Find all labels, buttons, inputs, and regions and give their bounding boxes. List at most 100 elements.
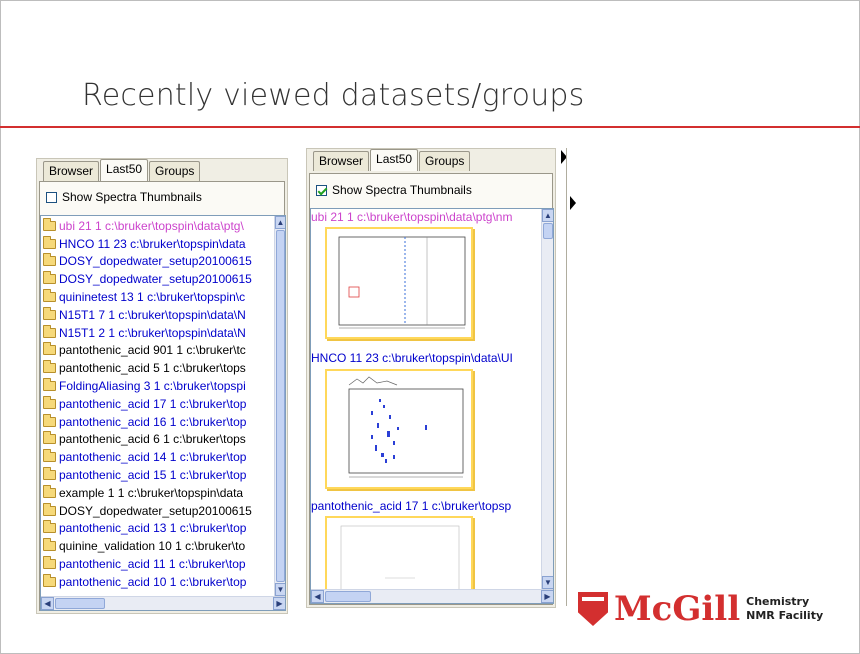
- dataset-item[interactable]: pantothenic_acid 6 1 c:\bruker\tops: [41, 431, 274, 449]
- spectrum-thumbnail[interactable]: [325, 369, 473, 489]
- horizontal-scrollbar[interactable]: ◀ ▶: [311, 589, 553, 603]
- scroll-right-button[interactable]: ▶: [273, 597, 285, 610]
- dataset-item[interactable]: pantothenic_acid 14 1 c:\bruker\top: [41, 448, 274, 466]
- dataset-item[interactable]: quinine_validation 10 1 c:\bruker\to: [41, 537, 274, 555]
- dataset-item-label: example 1 1 c:\bruker\topspin\data: [59, 485, 244, 500]
- scroll-left-button[interactable]: ◀: [41, 597, 54, 610]
- dataset-item[interactable]: pantothenic_acid 16 1 c:\bruker\top: [41, 413, 274, 431]
- dataset-item[interactable]: pantothenic_acid 13 1 c:\bruker\top: [41, 520, 274, 538]
- folder-icon: [43, 289, 56, 303]
- tab-last50[interactable]: Last50: [100, 159, 149, 181]
- folder-icon: [43, 306, 56, 320]
- tab-groups[interactable]: Groups: [149, 161, 201, 181]
- right-browser-panel: Browser Last50 Groups Show Spectra Thumb…: [306, 148, 556, 608]
- dataset-item[interactable]: pantothenic_acid 11 1 c:\bruker\top: [41, 555, 274, 573]
- plot-frame: [348, 388, 464, 474]
- vertical-scrollbar[interactable]: ▲ ▼: [541, 209, 553, 589]
- scroll-up-button[interactable]: ▲: [542, 209, 553, 222]
- dataset-item-label: pantothenic_acid 11 1 c:\bruker\top: [59, 557, 246, 572]
- folder-icon: [43, 235, 56, 249]
- scroll-down-button[interactable]: ▼: [542, 576, 553, 589]
- dataset-item-label: pantothenic_acid 17 1 c:\bruker\top: [59, 396, 247, 411]
- dataset-item[interactable]: pantothenic_acid 10 1 c:\bruker\top: [41, 573, 274, 591]
- projection-trace: [348, 376, 398, 386]
- scroll-down-button[interactable]: ▼: [275, 583, 285, 596]
- folder-icon: [43, 467, 56, 481]
- vertical-scrollbar[interactable]: ▲ ▼: [274, 216, 285, 596]
- tab-browser[interactable]: Browser: [313, 151, 370, 171]
- peak-cluster: [371, 399, 427, 463]
- horizontal-scroll-thumb[interactable]: [55, 598, 105, 609]
- folder-icon: [43, 395, 56, 409]
- dataset-item-label: pantothenic_acid 10 1 c:\bruker\top: [59, 574, 247, 589]
- tab-groups[interactable]: Groups: [419, 151, 471, 171]
- folder-icon: [43, 449, 56, 463]
- folder-icon: [43, 573, 56, 587]
- scroll-left-button[interactable]: ◀: [311, 590, 324, 603]
- folder-icon: [43, 217, 56, 231]
- dataset-item[interactable]: ubi 21 1 c:\bruker\topspin\data\ptg\: [41, 217, 274, 235]
- dataset-item-label: pantothenic_acid 901 1 c:\bruker\tc: [59, 343, 246, 358]
- folder-icon: [43, 271, 56, 285]
- logo-wordmark: McGill: [614, 589, 741, 629]
- horizontal-scroll-thumb[interactable]: [325, 591, 371, 602]
- show-thumbnails-checkbox[interactable]: [46, 191, 57, 203]
- dataset-item[interactable]: FoldingAliasing 3 1 c:\bruker\topspi: [41, 377, 274, 395]
- thumbnail-list[interactable]: ubi 21 1 c:\bruker\topspin\data\ptg\nm H…: [310, 208, 554, 604]
- folder-icon: [43, 342, 56, 356]
- folder-icon: [43, 324, 56, 338]
- dataset-item-label: ubi 21 1 c:\bruker\topspin\data\ptg\: [59, 218, 244, 233]
- scroll-right-button[interactable]: ▶: [541, 590, 553, 603]
- show-thumbnails-checkbox[interactable]: [316, 184, 327, 196]
- folder-icon: [43, 360, 56, 374]
- logo-subtitle: Chemistry NMR Facility: [746, 595, 823, 623]
- dataset-item-label: pantothenic_acid 14 1 c:\bruker\top: [59, 450, 247, 465]
- tab-last50[interactable]: Last50: [370, 149, 419, 171]
- dataset-item[interactable]: example 1 1 c:\bruker\topspin\data: [41, 484, 274, 502]
- dataset-rows: ubi 21 1 c:\bruker\topspin\data\ptg\ HNCO…: [41, 217, 274, 591]
- tab-browser[interactable]: Browser: [43, 161, 100, 181]
- show-thumbnails-toggle[interactable]: Show Spectra Thumbnails: [46, 190, 202, 204]
- spectrum-plot-ubi: [338, 236, 466, 329]
- thumbnail-title[interactable]: HNCO 11 23 c:\bruker\topspin\data\UI: [311, 351, 541, 365]
- dataset-item[interactable]: pantothenic_acid 5 1 c:\bruker\tops: [41, 359, 274, 377]
- dataset-item-label: quininetest 13 1 c:\bruker\topspin\c: [59, 290, 246, 305]
- dataset-item[interactable]: quininetest 13 1 c:\bruker\topspin\c: [41, 288, 274, 306]
- folder-icon: [43, 253, 56, 267]
- dataset-item[interactable]: DOSY_dopedwater_setup20100615: [41, 270, 274, 288]
- scroll-up-button[interactable]: ▲: [275, 216, 285, 229]
- scroll-thumb[interactable]: [276, 230, 285, 582]
- dataset-item-label: HNCO 11 23 c:\bruker\topspin\data: [59, 236, 246, 251]
- dataset-item-label: DOSY_dopedwater_setup20100615: [59, 254, 252, 269]
- logo-line-chemistry: Chemistry: [746, 595, 810, 608]
- folder-icon: [43, 378, 56, 392]
- left-tab-content: Show Spectra Thumbnails ubi 21 1 c:\bruk…: [39, 181, 286, 611]
- show-thumbnails-toggle[interactable]: Show Spectra Thumbnails: [316, 183, 472, 197]
- spectrum-thumbnail[interactable]: [325, 227, 473, 339]
- title-divider: [0, 126, 860, 128]
- dataset-item[interactable]: N15T1 7 1 c:\bruker\topspin\data\N: [41, 306, 274, 324]
- folder-icon: [43, 413, 56, 427]
- horizontal-scrollbar[interactable]: ◀ ▶: [41, 596, 285, 610]
- folder-icon: [43, 502, 56, 516]
- dataset-item[interactable]: pantothenic_acid 17 1 c:\bruker\top: [41, 395, 274, 413]
- right-tab-bar: Browser Last50 Groups: [313, 149, 471, 171]
- dataset-item[interactable]: N15T1 2 1 c:\bruker\topspin\data\N: [41, 324, 274, 342]
- folder-icon: [43, 520, 56, 534]
- thumbnail-title[interactable]: pantothenic_acid 17 1 c:\bruker\topsp: [311, 499, 541, 513]
- thumbnail-title[interactable]: ubi 21 1 c:\bruker\topspin\data\ptg\nm: [311, 210, 541, 224]
- spectrum-plot-hnco: [348, 376, 464, 478]
- show-thumbnails-label: Show Spectra Thumbnails: [332, 183, 472, 197]
- dataset-item-label: DOSY_dopedwater_setup20100615: [59, 272, 252, 287]
- folder-icon: [43, 431, 56, 445]
- dataset-item[interactable]: pantothenic_acid 15 1 c:\bruker\top: [41, 466, 274, 484]
- scroll-thumb[interactable]: [543, 223, 553, 239]
- dataset-item-label: pantothenic_acid 5 1 c:\bruker\tops: [59, 361, 246, 376]
- dataset-item[interactable]: DOSY_dopedwater_setup20100615: [41, 253, 274, 271]
- dataset-item[interactable]: pantothenic_acid 901 1 c:\bruker\tc: [41, 342, 274, 360]
- dataset-item[interactable]: DOSY_dopedwater_setup20100615: [41, 502, 274, 520]
- dataset-item[interactable]: HNCO 11 23 c:\bruker\topspin\data: [41, 235, 274, 253]
- dataset-item-label: pantothenic_acid 13 1 c:\bruker\top: [59, 521, 247, 536]
- dataset-list[interactable]: ubi 21 1 c:\bruker\topspin\data\ptg\ HNCO…: [40, 215, 286, 611]
- dataset-item-label: quinine_validation 10 1 c:\bruker\to: [59, 539, 246, 554]
